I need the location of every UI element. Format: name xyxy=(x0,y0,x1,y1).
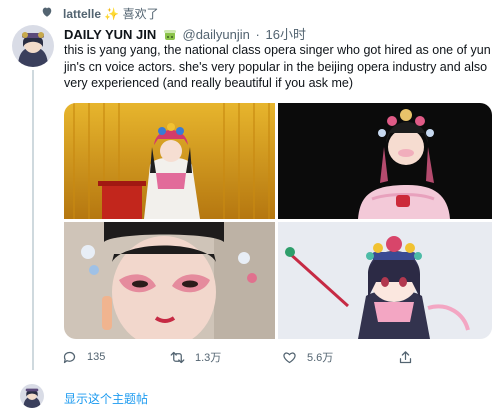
photo-opera-makeup-closeup[interactable] xyxy=(64,222,275,339)
bubble-tea-emoji-icon xyxy=(163,30,176,40)
like-count: 5.6万 xyxy=(307,352,334,364)
show-thread-link[interactable]: 显示这个主题帖 xyxy=(64,390,148,407)
photo-opera-stage[interactable] xyxy=(64,103,275,219)
media-grid xyxy=(64,103,492,339)
tweet-actions: 135 1.3万 5.6万 xyxy=(60,346,492,368)
thread-line xyxy=(32,70,34,370)
tweet-time[interactable]: 16小时 xyxy=(266,27,306,42)
author-name[interactable]: DAILY YUN JIN xyxy=(64,27,156,42)
liked-by-user[interactable]: lattelle xyxy=(63,7,101,21)
meta-separator: · xyxy=(255,27,260,42)
like-heart-icon xyxy=(283,351,296,363)
liked-by-text[interactable]: lattelle ✨ 喜欢了 xyxy=(63,5,159,22)
avatar[interactable] xyxy=(12,25,54,67)
share-button[interactable] xyxy=(398,346,413,368)
retweet-button[interactable]: 1.3万 xyxy=(170,346,221,368)
show-thread-row[interactable]: 显示这个主题帖 xyxy=(0,378,500,411)
sparkle-emoji: ✨ xyxy=(104,7,120,21)
retweet-icon xyxy=(170,351,185,363)
heart-icon xyxy=(42,7,52,17)
thread-avatar[interactable] xyxy=(20,384,44,408)
tweet-text: this is yang yang, the national class op… xyxy=(64,43,491,90)
share-icon xyxy=(399,350,412,363)
liked-action: 喜欢了 xyxy=(122,7,159,21)
like-button[interactable]: 5.6万 xyxy=(282,346,333,368)
reply-count: 135 xyxy=(87,351,106,363)
illustration-yun-jin[interactable] xyxy=(278,222,492,339)
retweet-count: 1.3万 xyxy=(195,352,222,364)
social-context: lattelle ✨ 喜欢了 xyxy=(0,0,500,22)
author-handle[interactable]: @dailyunjin xyxy=(183,27,250,42)
reply-button[interactable]: 135 xyxy=(62,346,105,368)
photo-opera-portrait[interactable] xyxy=(278,103,492,219)
tweet-header: DAILY YUN JIN @dailyunjin · 16小时 xyxy=(64,24,306,43)
reply-icon xyxy=(63,351,76,363)
